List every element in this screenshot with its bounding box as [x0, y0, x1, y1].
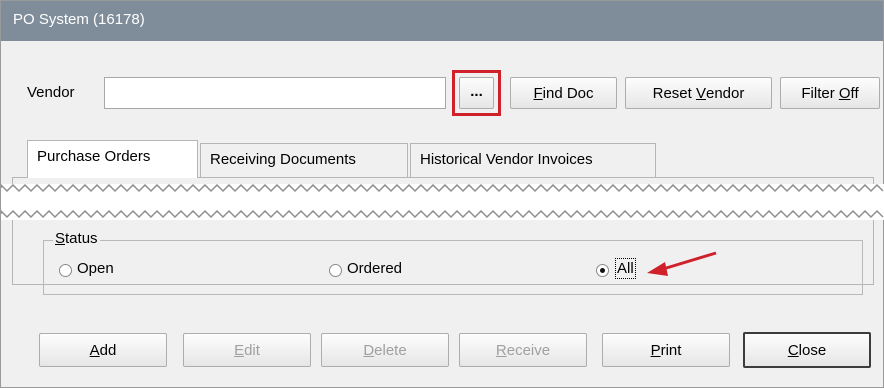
filter-off-button[interactable]: Filter Off	[780, 77, 880, 109]
vendor-browse-button[interactable]: ...	[459, 77, 494, 109]
radio-open-label[interactable]: Open	[77, 260, 114, 277]
po-system-window: PO System (16178) Vendor ... Find Doc Re…	[0, 0, 884, 388]
tab-purchase-orders[interactable]: Purchase Orders	[27, 140, 198, 178]
edit-button[interactable]: Edit	[183, 333, 311, 367]
vendor-label: Vendor	[27, 84, 75, 101]
delete-button[interactable]: Delete	[321, 333, 449, 367]
add-button[interactable]: Add	[39, 333, 167, 367]
close-button[interactable]: Close	[743, 332, 871, 368]
status-group	[43, 240, 863, 295]
find-doc-button[interactable]: Find Doc	[510, 77, 617, 109]
radio-ordered[interactable]	[329, 264, 342, 277]
red-arrow-icon	[647, 251, 717, 276]
title-bar: PO System (16178)	[1, 1, 883, 41]
reset-vendor-button[interactable]: Reset Vendor	[625, 77, 772, 109]
radio-open[interactable]	[59, 264, 72, 277]
receive-button[interactable]: Receive	[459, 333, 587, 367]
radio-ordered-label[interactable]: Ordered	[347, 260, 402, 277]
tear-break	[1, 184, 884, 220]
torn-edge-graphic	[1, 184, 884, 219]
vendor-input[interactable]	[104, 77, 446, 109]
radio-all-label[interactable]: All	[615, 258, 636, 279]
tab-receiving-documents[interactable]: Receiving Documents	[200, 143, 408, 177]
radio-all[interactable]	[596, 264, 609, 277]
status-group-title: Status	[53, 230, 100, 247]
window-title: PO System (16178)	[13, 11, 145, 28]
print-button[interactable]: Print	[602, 333, 730, 367]
tab-historical-vendor-invoices[interactable]: Historical Vendor Invoices	[410, 143, 656, 177]
